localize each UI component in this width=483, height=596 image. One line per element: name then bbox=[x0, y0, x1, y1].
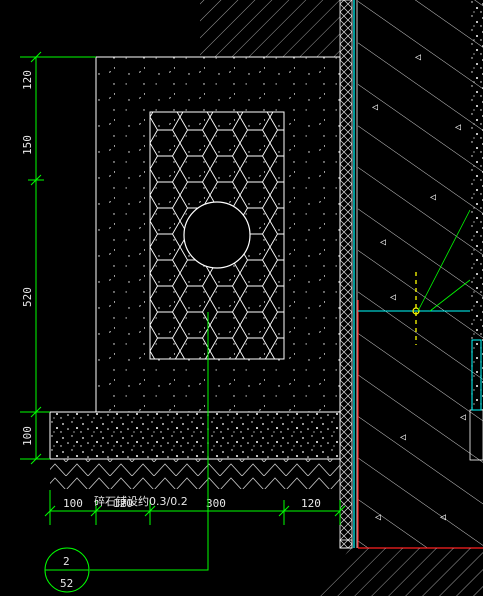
vertical-dimension-chain bbox=[20, 51, 96, 465]
dim-vertical-3: 520 bbox=[21, 287, 34, 307]
dim-horizontal-3: 300 bbox=[206, 497, 226, 510]
soil-hatch-lower bbox=[318, 548, 483, 596]
waterproof-membrane bbox=[353, 0, 358, 548]
dim-vertical-1: 120 bbox=[21, 70, 34, 90]
svg-text:◁: ◁ bbox=[390, 292, 396, 303]
soil-hatch-upper bbox=[200, 0, 340, 57]
concrete-wall: ◁ ◁ ◁ ◁ ◁ ◁ ◁ ◁ ◁ ◁ bbox=[358, 0, 483, 548]
callout-number: 2 bbox=[63, 555, 70, 568]
svg-text:◁: ◁ bbox=[440, 512, 446, 523]
gravel-note-label: 碎石铺设约0.3/0.2 bbox=[94, 494, 188, 508]
svg-text:◁: ◁ bbox=[375, 512, 381, 523]
svg-text:◁: ◁ bbox=[372, 102, 378, 113]
dim-horizontal-1: 100 bbox=[63, 497, 83, 510]
gravel-bed bbox=[49, 411, 341, 460]
dim-vertical-4: 100 bbox=[21, 426, 34, 446]
compacted-soil bbox=[50, 459, 340, 489]
svg-text:◁: ◁ bbox=[455, 122, 461, 133]
svg-text:◁: ◁ bbox=[430, 192, 436, 203]
dim-horizontal-4: 120 bbox=[301, 497, 321, 510]
svg-text:◁: ◁ bbox=[415, 52, 421, 63]
dim-vertical-2: 150 bbox=[21, 135, 34, 155]
cad-drawing-canvas: ' ,' ◁ bbox=[20, 0, 483, 596]
callout-sheet: 52 bbox=[60, 577, 73, 590]
svg-text:◁: ◁ bbox=[460, 412, 466, 423]
svg-text:◁: ◁ bbox=[380, 237, 386, 248]
hexagon-geonet-drain bbox=[149, 111, 285, 360]
wall-protection-board bbox=[339, 0, 353, 549]
drain-pipe-circle bbox=[183, 201, 251, 269]
svg-text:◁: ◁ bbox=[400, 432, 406, 443]
horizontal-dimension-chain bbox=[44, 490, 346, 525]
detail-callout: 2 52 bbox=[44, 547, 90, 593]
